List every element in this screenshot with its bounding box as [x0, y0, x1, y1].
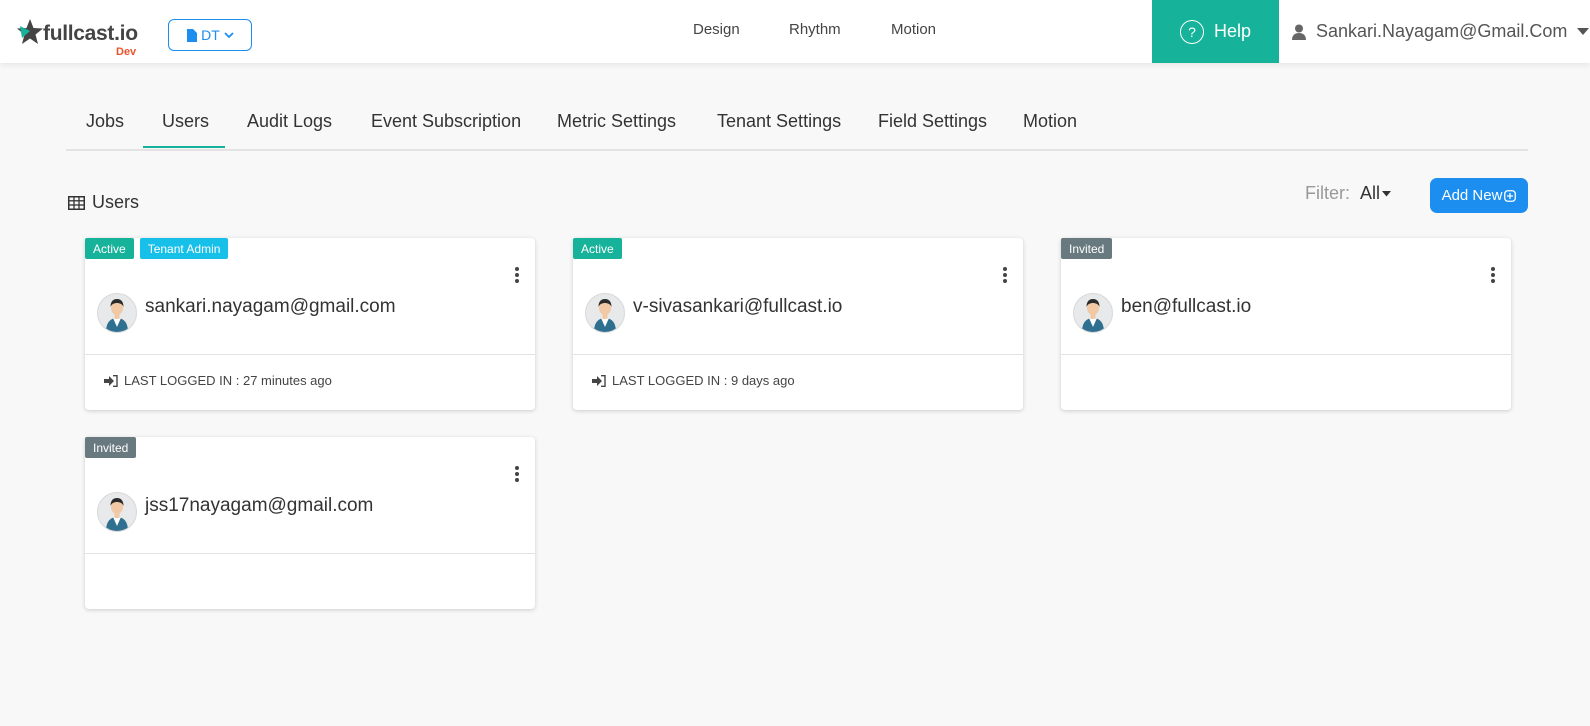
- kebab-menu-icon[interactable]: [1489, 266, 1497, 284]
- tab-motion[interactable]: Motion: [1023, 111, 1077, 132]
- top-navbar: fullcast.io Dev DT Design Rhythm Motion …: [0, 0, 1590, 63]
- user-email: ben@fullcast.io: [1121, 296, 1252, 317]
- card-divider: [573, 354, 1023, 355]
- user-card: Active v-sivasankari@fullcast.io LAST LO…: [573, 238, 1023, 410]
- nav-rhythm[interactable]: Rhythm: [789, 21, 841, 38]
- tab-event-subscription[interactable]: Event Subscription: [371, 111, 521, 132]
- nav-motion[interactable]: Motion: [891, 21, 936, 38]
- user-email: v-sivasankari@fullcast.io: [633, 296, 843, 317]
- card-divider: [1061, 354, 1511, 355]
- avatar-icon: [106, 299, 128, 332]
- tab-jobs[interactable]: Jobs: [86, 111, 124, 132]
- add-new-label: Add New: [1441, 187, 1503, 204]
- tab-metric-settings[interactable]: Metric Settings: [557, 111, 676, 132]
- user-menu[interactable]: Sankari.Nayagam@Gmail.Com: [1292, 0, 1590, 63]
- tab-users[interactable]: Users: [162, 111, 209, 132]
- user-email: Sankari.Nayagam@Gmail.Com: [1316, 21, 1568, 41]
- sign-in-icon: [104, 374, 118, 387]
- file-icon: [187, 28, 198, 42]
- tab-audit-logs[interactable]: Audit Logs: [247, 111, 332, 132]
- kebab-menu-icon[interactable]: [513, 266, 521, 284]
- last-logged-in-value: 9 days ago: [730, 373, 795, 388]
- last-logged-in-value: 27 minutes ago: [242, 373, 332, 388]
- status-badge: Active: [85, 238, 134, 259]
- last-logged-in-label: LAST LOGGED IN :: [612, 373, 728, 388]
- environment-label: Dev: [116, 46, 137, 58]
- tab-field-settings[interactable]: Field Settings: [878, 111, 987, 132]
- avatar-icon: [594, 299, 616, 332]
- logo-star-icon: [17, 19, 43, 44]
- add-circle-icon: [1504, 189, 1517, 202]
- caret-down-icon: [1577, 27, 1590, 35]
- user-card: Invited ben@fullcast.io: [1061, 238, 1511, 410]
- filter-label: Filter:: [1305, 183, 1350, 203]
- role-badge: Tenant Admin: [139, 238, 229, 259]
- help-icon: ?: [1179, 19, 1204, 44]
- chevron-down-icon: [224, 32, 234, 39]
- avatar-icon: [1082, 299, 1104, 332]
- help-button[interactable]: ? Help: [1152, 0, 1279, 63]
- kebab-menu-icon[interactable]: [513, 465, 521, 483]
- kebab-menu-icon[interactable]: [1001, 266, 1009, 284]
- brand-name: fullcast.io: [43, 22, 138, 45]
- table-icon: [68, 195, 85, 210]
- brand-logo[interactable]: fullcast.io Dev: [16, 18, 146, 58]
- section-title: Users: [68, 192, 139, 213]
- workspace-dropdown[interactable]: DT: [168, 19, 252, 51]
- user-email: jss17nayagam@gmail.com: [145, 495, 374, 516]
- add-new-button[interactable]: Add New: [1430, 178, 1528, 213]
- avatar-icon: [106, 498, 128, 531]
- user-card: Active Tenant Admin sankari.nayagam@gmai…: [85, 238, 535, 410]
- help-label: Help: [1213, 21, 1252, 41]
- active-tab-indicator: [143, 146, 225, 148]
- tab-tenant-settings[interactable]: Tenant Settings: [717, 111, 841, 132]
- status-badge: Active: [573, 238, 622, 259]
- filter-select[interactable]: All: [1360, 183, 1392, 204]
- caret-down-icon: [1382, 190, 1392, 196]
- nav-design[interactable]: Design: [693, 21, 740, 38]
- avatar: [97, 492, 137, 532]
- settings-tabs: Jobs Users Audit Logs Event Subscription…: [66, 103, 1528, 151]
- card-divider: [85, 553, 535, 554]
- user-email: sankari.nayagam@gmail.com: [145, 296, 396, 317]
- avatar: [585, 293, 625, 333]
- avatar: [1073, 293, 1113, 333]
- user-icon: [1292, 24, 1306, 40]
- workspace-label: DT: [201, 27, 220, 43]
- avatar: [97, 293, 137, 333]
- section-title-text: Users: [92, 192, 140, 212]
- last-logged-in-label: LAST LOGGED IN :: [124, 373, 240, 388]
- filter-control: Filter: All: [1305, 183, 1392, 204]
- status-badge: Invited: [85, 437, 137, 458]
- sign-in-icon: [592, 374, 606, 387]
- filter-value: All: [1360, 183, 1381, 203]
- last-logged-in: LAST LOGGED IN : 9 days ago: [592, 373, 795, 388]
- last-logged-in: LAST LOGGED IN : 27 minutes ago: [104, 373, 332, 388]
- card-divider: [85, 354, 535, 355]
- status-badge: Invited: [1061, 238, 1113, 259]
- user-card: Invited jss17nayagam@gmail.com: [85, 437, 535, 609]
